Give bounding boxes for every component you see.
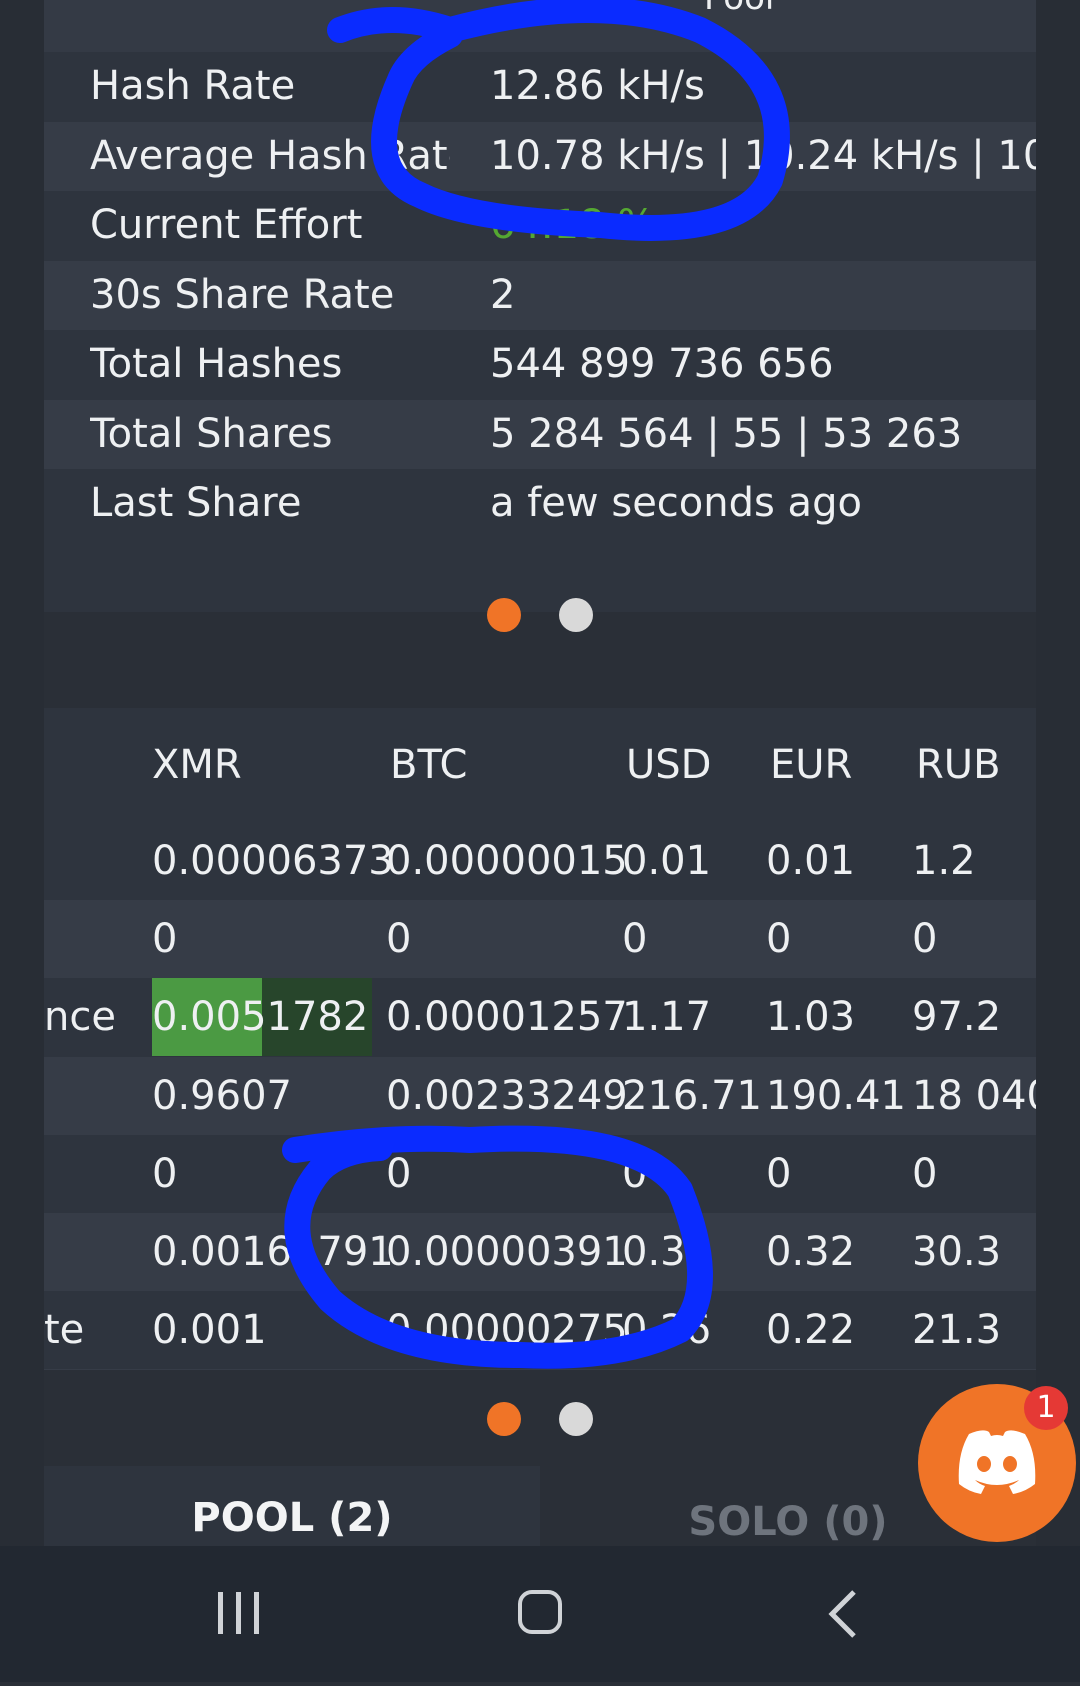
cell-btc: 0.00001257 bbox=[386, 994, 628, 1041]
cell-eur: 190.41 bbox=[766, 1072, 906, 1119]
cell-eur: 0.01 bbox=[766, 838, 856, 884]
cell-xmr: 0 bbox=[152, 916, 178, 963]
discord-icon bbox=[958, 1430, 1036, 1494]
carousel-dot-2[interactable] bbox=[559, 598, 593, 632]
stats-panel-title: Pool bbox=[704, 0, 774, 18]
row-label: te bbox=[44, 1307, 85, 1354]
stat-row: Hash Rate 12.86 kH/s bbox=[44, 52, 1036, 122]
cell-usd: 0.26 bbox=[622, 1307, 712, 1354]
stat-value: a few seconds ago bbox=[490, 480, 862, 526]
stat-row: Current Effort 64.18 % bbox=[44, 191, 1036, 261]
cell-xmr: 0.00161791 bbox=[152, 1228, 394, 1275]
frame-right bbox=[1036, 0, 1080, 1546]
header-xmr: XMR bbox=[152, 742, 242, 788]
carousel-dot-2[interactable] bbox=[559, 1402, 593, 1436]
currency-table-body: 0.00006373 0.00000015 0.01 0.01 1.2 0 0 0 0 0 nce 0… bbox=[44, 822, 1036, 1370]
discord-notification-badge: 1 bbox=[1024, 1386, 1068, 1430]
stats-carousel-dots bbox=[0, 598, 1080, 632]
cell-rub: 0 bbox=[912, 1150, 938, 1197]
cell-xmr: 0 bbox=[152, 1150, 178, 1197]
cell-xmr: 0.0051782 bbox=[152, 994, 369, 1041]
currency-table: XMR BTC USD EUR RUB 0.00006373 0.00000015… bbox=[44, 708, 1036, 1370]
stat-value: 12.86 kH/s bbox=[490, 63, 705, 109]
stat-value: 5 284 564 | 55 | 53 263 bbox=[490, 410, 963, 457]
table-row: 0.00161791 0.00000391 0.36 0.32 30.3 bbox=[44, 1212, 1036, 1292]
table-carousel-dots bbox=[0, 1402, 1080, 1436]
table-row: te 0.001 0.00000275 0.26 0.22 21.3 bbox=[44, 1291, 1036, 1370]
back-icon bbox=[828, 1590, 856, 1638]
tab-pool[interactable]: POOL (2) bbox=[44, 1466, 540, 1546]
stat-value: 544 899 736 656 bbox=[490, 341, 834, 387]
cell-usd: 216.71 bbox=[622, 1072, 762, 1119]
system-nav-bar bbox=[0, 1546, 1080, 1682]
table-row: 0 0 0 0 0 bbox=[44, 1134, 1036, 1213]
cell-usd: 1.17 bbox=[622, 994, 712, 1041]
cell-btc: 0.00000391 bbox=[386, 1228, 628, 1275]
stats-rows: Hash Rate 12.86 kH/s Average Hash Rate 10.7… bbox=[44, 52, 1036, 539]
stats-panel: Pool Hash Rate 12.86 kH/s Average Hash Rat… bbox=[44, 0, 1036, 612]
stat-label: Total Hashes bbox=[90, 341, 343, 387]
table-row: 0.9607 0.00233249216.71190.4118 040 bbox=[44, 1056, 1036, 1135]
cell-btc: 0.00233249 bbox=[386, 1072, 628, 1119]
header-eur: EUR bbox=[770, 742, 853, 788]
cell-eur: 0 bbox=[766, 916, 792, 963]
cell-btc: 0.00000015 bbox=[386, 838, 628, 884]
stat-value: 2 bbox=[490, 271, 516, 318]
stat-label: Total Shares bbox=[90, 410, 333, 457]
carousel-dot-1[interactable] bbox=[487, 1402, 521, 1436]
home-button[interactable] bbox=[460, 1546, 620, 1682]
cell-rub: 0 bbox=[912, 916, 938, 963]
stat-label: Last Share bbox=[90, 480, 302, 526]
cell-eur: 1.03 bbox=[766, 994, 856, 1041]
cell-rub: 21.3 bbox=[912, 1307, 1002, 1354]
stat-value: 64.18 % bbox=[490, 202, 656, 248]
cell-rub: 18 040 bbox=[912, 1072, 1036, 1119]
cell-usd: 0.36 bbox=[622, 1228, 712, 1275]
cell-btc: 0 bbox=[386, 1150, 412, 1197]
cell-rub: 97.2 bbox=[912, 994, 1002, 1041]
table-row: 0 0 0 0 0 bbox=[44, 900, 1036, 979]
currency-table-header: XMR BTC USD EUR RUB bbox=[44, 708, 1036, 822]
stat-row: 30s Share Rate 2 bbox=[44, 260, 1036, 330]
stat-label: Hash Rate bbox=[90, 63, 296, 109]
cell-usd: 0 bbox=[622, 916, 648, 963]
table-row: 0.00006373 0.00000015 0.01 0.01 1.2 bbox=[44, 822, 1036, 901]
stat-label: 30s Share Rate bbox=[90, 271, 395, 318]
cell-xmr: 0.00006373 bbox=[152, 838, 394, 884]
back-button[interactable] bbox=[764, 1546, 924, 1682]
cell-eur: 0.22 bbox=[766, 1307, 856, 1354]
stat-row: Average Hash Rate 10.78 kH/s | 10.24 kH/s… bbox=[44, 121, 1036, 191]
carousel-dot-1[interactable] bbox=[487, 598, 521, 632]
cell-xmr: 0.001 bbox=[152, 1307, 267, 1354]
home-icon bbox=[518, 1590, 562, 1634]
stat-row: Last Share a few seconds ago bbox=[44, 469, 1036, 539]
cell-usd: 0 bbox=[622, 1150, 648, 1197]
recent-apps-button[interactable] bbox=[158, 1546, 318, 1682]
stat-label: Average Hash Rate bbox=[90, 132, 450, 179]
cell-eur: 0.32 bbox=[766, 1228, 856, 1275]
header-usd: USD bbox=[626, 742, 712, 788]
balance-progress-bar: 0.0051782 bbox=[152, 978, 372, 1057]
stat-value: 10.78 kH/s | 10.24 kH/s | 10.13 bbox=[490, 132, 1036, 179]
cell-eur: 0 bbox=[766, 1150, 792, 1197]
stat-row: Total Hashes 544 899 736 656 bbox=[44, 330, 1036, 400]
cell-usd: 0.01 bbox=[622, 838, 712, 884]
cell-rub: 1.2 bbox=[912, 838, 976, 884]
table-row: nce 0.0051782 0.00001257 1.17 1.03 97.2 bbox=[44, 978, 1036, 1057]
cell-btc: 0.00000275 bbox=[386, 1307, 628, 1354]
stat-row: Total Shares 5 284 564 | 55 | 53 263 bbox=[44, 399, 1036, 469]
header-rub: RUB bbox=[916, 742, 1001, 788]
row-label: nce bbox=[44, 994, 116, 1041]
cell-xmr: 0.9607 bbox=[152, 1072, 292, 1119]
header-btc: BTC bbox=[390, 742, 468, 788]
recent-apps-icon bbox=[218, 1592, 259, 1634]
cell-btc: 0 bbox=[386, 916, 412, 963]
frame-left bbox=[0, 0, 44, 1546]
stat-label: Current Effort bbox=[90, 202, 363, 248]
cell-rub: 30.3 bbox=[912, 1228, 1002, 1275]
stats-top-strip: Pool bbox=[44, 0, 1036, 52]
